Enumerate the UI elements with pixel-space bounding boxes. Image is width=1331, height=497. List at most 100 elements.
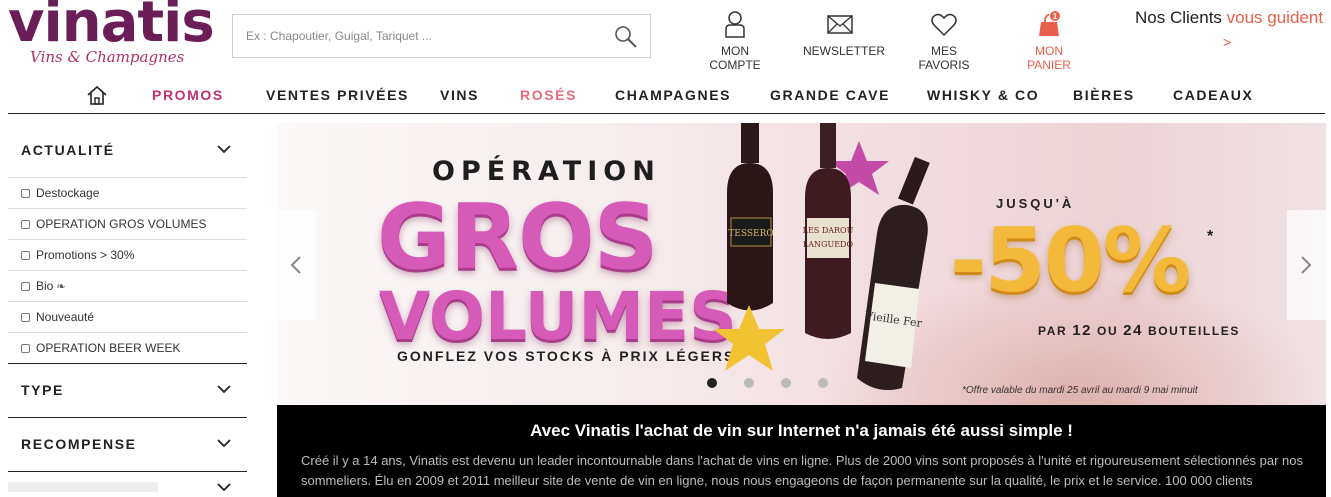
filter-option-label: Bio <box>36 279 54 293</box>
filter-section-title: TYPE <box>21 382 64 398</box>
filter-option-label: OPERATION GROS VOLUMES <box>36 217 207 231</box>
banner-title-operation: OPÉRATION <box>432 156 661 187</box>
filter-option-label: OPERATION BEER WEEK <box>36 341 181 355</box>
star-balloon-yellow <box>713 305 785 371</box>
carousel-dot-4[interactable] <box>818 378 828 388</box>
nav-grande-cave[interactable]: GRANDE CAVE <box>770 87 890 103</box>
heart-icon <box>931 13 957 37</box>
main-nav: PROMOS VENTES PRIVÉES VINS ROSÉS CHAMPAG… <box>0 78 1331 114</box>
newsletter-link[interactable]: NEWSLETTER <box>803 10 885 58</box>
cart-label: MON PANIER <box>1027 44 1071 72</box>
user-icon <box>725 11 745 38</box>
nav-cadeaux[interactable]: CADEAUX <box>1173 87 1253 103</box>
site-header: vinatis Vins & Champagnes MON COMPTE NEW… <box>0 0 1331 75</box>
banner-title-volumes: VOLUMES <box>379 278 737 355</box>
vinatis-logo[interactable]: vinatis Vins & Champagnes <box>8 0 215 70</box>
cart-count-badge: 1 <box>1053 12 1058 21</box>
filter-section-next[interactable] <box>8 472 247 492</box>
filter-section-actualite[interactable]: ACTUALITÉ <box>8 128 247 178</box>
logo-tagline: Vins & Champagnes <box>30 48 185 66</box>
promo-carousel: OPÉRATION GROS VOLUMES GONFLEZ VOS STOCK… <box>277 123 1326 405</box>
filter-section-type[interactable]: TYPE <box>8 364 247 418</box>
carousel-dot-1[interactable] <box>707 378 717 388</box>
filter-option-bio[interactable]: Bio ❧ <box>8 271 247 302</box>
favorites-link[interactable]: MES FAVORIS <box>908 10 980 72</box>
filter-section-title: RECOMPENSE <box>21 436 137 452</box>
banner-quantity: PAR 12 OU 24 BOUTEILLES <box>1038 322 1240 339</box>
favorites-label: MES FAVORIS <box>918 44 970 72</box>
banner-slide[interactable]: OPÉRATION GROS VOLUMES GONFLEZ VOS STOCK… <box>277 123 1326 405</box>
clients-guide-link[interactable]: Nos Clients vous guident > <box>1135 6 1331 54</box>
filter-option-destockage[interactable]: Destockage <box>8 178 247 209</box>
home-icon[interactable] <box>86 84 108 106</box>
banner-ou: OU <box>1097 324 1119 338</box>
banner-title-gros: GROS <box>377 185 659 290</box>
checkbox[interactable] <box>21 251 30 260</box>
bottle-label-1: TESSERO <box>728 229 773 239</box>
clients-accent: vous guident <box>1226 8 1324 27</box>
filter-sidebar: ACTUALITÉ Destockage OPERATION GROS VOLU… <box>8 128 247 492</box>
filter-option-label: Destockage <box>36 186 100 200</box>
chevron-down-icon[interactable] <box>217 480 231 494</box>
checkbox[interactable] <box>21 282 30 291</box>
bottle-daron: LES DAROU LANGUEDO <box>803 123 854 339</box>
nav-promos[interactable]: PROMOS <box>152 87 224 103</box>
banner-qty2: 24 <box>1123 322 1144 339</box>
clients-arrow: > <box>1223 34 1232 50</box>
checkbox[interactable] <box>21 220 30 229</box>
search-icon[interactable] <box>614 25 638 49</box>
nav-roses[interactable]: ROSÉS <box>520 87 577 103</box>
nav-ventes-privees[interactable]: VENTES PRIVÉES <box>266 87 409 103</box>
wine-bottles-illustration: TESSERO LES DAROU LANGUEDO Vieille Fer <box>713 123 930 391</box>
chevron-left-icon <box>290 256 301 274</box>
bottle-vieille-ferme: Vieille Fer <box>857 156 930 391</box>
nav-bieres[interactable]: BIÈRES <box>1073 87 1135 103</box>
chevron-down-icon[interactable] <box>217 382 231 396</box>
filter-option-label: Promotions > 30% <box>36 248 135 262</box>
nav-whisky[interactable]: WHISKY & CO <box>927 87 1039 103</box>
bottle-label-2: LES DAROU <box>803 226 854 235</box>
filter-option-label: Nouveauté <box>36 310 95 324</box>
checkbox[interactable] <box>21 313 30 322</box>
filter-section-recompense[interactable]: RECOMPENSE <box>8 418 247 472</box>
banner-qty1: 12 <box>1072 322 1093 339</box>
carousel-next-button[interactable] <box>1287 210 1326 320</box>
envelope-icon <box>827 15 853 34</box>
checkbox[interactable] <box>21 189 30 198</box>
newsletter-label: NEWSLETTER <box>803 44 886 58</box>
carousel-dot-2[interactable] <box>744 378 754 388</box>
carousel-dot-3[interactable] <box>781 378 791 388</box>
intro-heading: Avec Vinatis l'achat de vin sur Internet… <box>530 421 1073 440</box>
banner-asterisk: * <box>1207 228 1214 245</box>
banner-par: PAR <box>1038 324 1068 338</box>
section-placeholder <box>8 482 158 492</box>
nav-vins[interactable]: VINS <box>440 87 479 103</box>
filter-section-title: ACTUALITÉ <box>21 142 115 158</box>
banner-subtitle: GONFLEZ VOS STOCKS À PRIX LÉGERS <box>397 348 736 364</box>
chevron-down-icon[interactable] <box>217 436 231 450</box>
chevron-down-icon[interactable] <box>217 142 231 156</box>
carousel-prev-button[interactable] <box>277 210 316 320</box>
logo-wordmark: vinatis <box>8 0 215 55</box>
chevron-right-icon <box>1301 256 1312 274</box>
cart-bag-icon: 1 <box>1039 10 1061 36</box>
banner-offer-note: *Offre valable du mardi 25 avril au mard… <box>962 385 1198 396</box>
clients-prefix: Nos Clients <box>1135 8 1227 27</box>
banner-bouteilles: BOUTEILLES <box>1147 324 1240 338</box>
bottle-tessero: TESSERO <box>727 123 774 311</box>
leaf-icon: ❧ <box>56 281 66 293</box>
filter-option-promotions[interactable]: Promotions > 30% <box>8 240 247 271</box>
nav-champagnes[interactable]: CHAMPAGNES <box>615 87 731 103</box>
account-label: MON COMPTE <box>709 44 761 72</box>
filter-option-beer-week[interactable]: OPERATION BEER WEEK <box>8 333 247 364</box>
filter-option-nouveaute[interactable]: Nouveauté <box>8 302 247 333</box>
bottle-label-3: LANGUEDO <box>803 240 853 249</box>
search-input[interactable] <box>233 15 603 57</box>
checkbox[interactable] <box>21 344 30 353</box>
filter-option-gros-volumes[interactable]: OPERATION GROS VOLUMES <box>8 209 247 240</box>
intro-paragraph: Créé il y a 14 ans, Vinatis est devenu u… <box>301 453 1304 488</box>
cart-link[interactable]: 1 MON PANIER <box>1014 10 1084 72</box>
account-link[interactable]: MON COMPTE <box>697 10 773 72</box>
intro-block: Avec Vinatis l'achat de vin sur Internet… <box>277 405 1326 497</box>
banner-discount: -50% <box>950 209 1191 312</box>
